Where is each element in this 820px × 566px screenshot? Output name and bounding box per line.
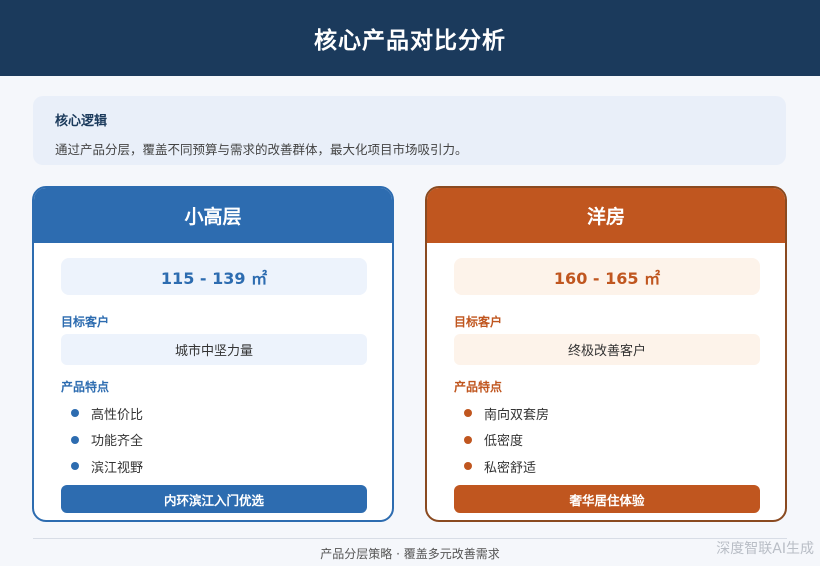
bullet-dot-icon [464, 462, 472, 471]
footer-text: 产品分层策略 · 覆盖多元改善需求 [320, 547, 500, 561]
target-customer: 终极改善客户 [454, 334, 760, 365]
target-label: 目标客户 [61, 315, 110, 329]
features-label: 产品特点 [454, 380, 503, 394]
watermark: 深度智联AI生成 [716, 541, 814, 557]
area-range: 115 - 139 ㎡ [61, 258, 367, 295]
feature-item: 私密舒适 [464, 453, 549, 480]
bullet-dot-icon [464, 435, 472, 444]
footer-divider [33, 538, 787, 539]
feature-item: 功能齐全 [71, 427, 143, 454]
target-customer: 城市中坚力量 [61, 334, 367, 365]
feature-text: 滨江视野 [91, 460, 144, 476]
feature-text: 高性价比 [91, 407, 144, 423]
core-logic-text: 通过产品分层，覆盖不同预算与需求的改善群体，最大化项目市场吸引力。 [55, 142, 468, 157]
feature-list: 高性价比 功能齐全 滨江视野 [71, 400, 143, 480]
feature-text: 功能齐全 [91, 434, 144, 450]
bullet-dot-icon [71, 435, 79, 444]
bullet-dot-icon [464, 409, 472, 418]
feature-item: 南向双套房 [464, 400, 549, 427]
features-label: 产品特点 [61, 380, 110, 394]
cta-button[interactable]: 奢华居住体验 [454, 485, 760, 513]
feature-text: 南向双套房 [484, 407, 550, 423]
feature-item: 滨江视野 [71, 453, 143, 480]
bullet-dot-icon [71, 409, 79, 418]
product-card-small-highrise: 小高层 115 - 139 ㎡ 目标客户 城市中坚力量 产品特点 高性价比 功能… [32, 186, 394, 522]
target-label: 目标客户 [454, 315, 503, 329]
card-title: 小高层 [34, 188, 392, 243]
bullet-dot-icon [71, 462, 79, 471]
feature-text: 低密度 [484, 434, 524, 450]
core-logic-box: 核心逻辑 通过产品分层，覆盖不同预算与需求的改善群体，最大化项目市场吸引力。 [33, 96, 786, 165]
card-title: 洋房 [427, 188, 785, 243]
feature-item: 高性价比 [71, 400, 143, 427]
page-title: 核心产品对比分析 [314, 28, 506, 54]
feature-item: 低密度 [464, 427, 549, 454]
core-logic-title: 核心逻辑 [55, 114, 108, 129]
cta-button[interactable]: 内环滨江入门优选 [61, 485, 367, 513]
area-range: 160 - 165 ㎡ [454, 258, 760, 295]
feature-text: 私密舒适 [484, 460, 537, 476]
product-card-villa: 洋房 160 - 165 ㎡ 目标客户 终极改善客户 产品特点 南向双套房 低密… [425, 186, 787, 522]
feature-list: 南向双套房 低密度 私密舒适 [464, 400, 549, 480]
page-header: 核心产品对比分析 [0, 0, 820, 76]
